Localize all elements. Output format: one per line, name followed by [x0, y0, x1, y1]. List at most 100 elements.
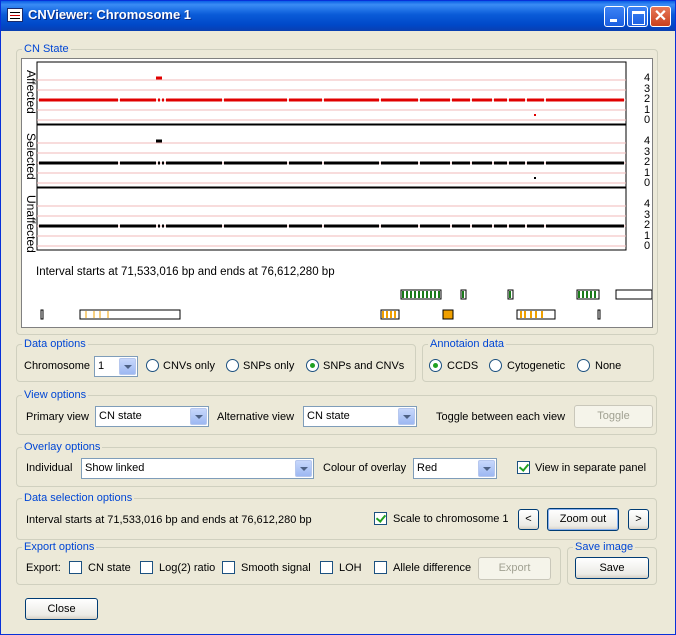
- maximize-icon: [628, 7, 647, 26]
- radio-cytogenetic[interactable]: [489, 359, 502, 372]
- track-label-affected: Affected: [24, 70, 38, 114]
- view-options-label: View options: [22, 389, 89, 402]
- zoom-out-button[interactable]: Zoom out: [547, 508, 619, 531]
- scale-to-chromosome-label[interactable]: Scale to chromosome 1: [393, 512, 509, 526]
- colour-of-overlay-label: Colour of overlay: [323, 462, 407, 474]
- annotation-feature: [615, 289, 652, 300]
- window-title: CNViewer: Chromosome 1: [28, 7, 192, 22]
- radio-ccds[interactable]: [429, 359, 442, 372]
- export-loh-checkbox[interactable]: [320, 561, 333, 574]
- save-button[interactable]: Save: [575, 557, 649, 579]
- radio-ccds-label[interactable]: CCDS: [447, 359, 478, 373]
- radio-none-label[interactable]: None: [595, 359, 621, 373]
- data-options-label: Data options: [22, 338, 88, 351]
- overlay-colour-select[interactable]: Red: [413, 458, 497, 479]
- radio-snps-only[interactable]: [226, 359, 239, 372]
- plot-interval-text: Interval starts at 71,533,016 bp and end…: [36, 266, 335, 278]
- scale-affected: 4 3 2 1 0: [642, 73, 652, 126]
- overlay-colour-value: Red: [417, 462, 438, 474]
- export-smooth-signal-label[interactable]: Smooth signal: [241, 561, 311, 575]
- track-panel: [36, 187, 627, 251]
- chromosome-value: 1: [98, 360, 105, 372]
- scale-label: 0: [643, 114, 651, 126]
- separate-panel-checkbox[interactable]: [517, 461, 530, 474]
- track-label-selected: Selected: [24, 133, 38, 180]
- radio-none[interactable]: [577, 359, 590, 372]
- radio-snps-only-label[interactable]: SNPs only: [243, 359, 294, 373]
- export-options-label: Export options: [22, 541, 97, 554]
- alternative-view-label: Alternative view: [217, 411, 295, 423]
- radio-cnvs-only-label[interactable]: CNVs only: [163, 359, 215, 373]
- annotation-data-label: Annotaion data: [428, 338, 507, 351]
- export-cn-state-label[interactable]: CN state: [88, 561, 131, 575]
- overlay-options-label: Overlay options: [22, 441, 103, 454]
- annotation-feature: [442, 309, 454, 320]
- scale-label: 4: [643, 198, 651, 210]
- export-button[interactable]: Export: [478, 557, 551, 580]
- scale-label: 2: [643, 156, 651, 168]
- maximize-button[interactable]: [627, 6, 648, 27]
- alternative-view-select[interactable]: CN state: [303, 406, 417, 427]
- export-smooth-signal-checkbox[interactable]: [222, 561, 235, 574]
- chromosome-label: Chromosome: [24, 360, 91, 372]
- selection-interval-text: Interval starts at 71,533,016 bp and end…: [26, 514, 312, 526]
- cn-state-group-label: CN State: [22, 43, 71, 56]
- cn-state-plot[interactable]: Affected Selected Unaffected 4 3 2 1 0 4…: [21, 58, 653, 328]
- annotation-feature: [40, 309, 44, 320]
- track-panel: [36, 61, 627, 125]
- scale-label: 2: [643, 219, 651, 231]
- data-selection-label: Data selection options: [22, 492, 135, 505]
- export-label: Export:: [26, 562, 61, 574]
- scale-to-chromosome-checkbox[interactable]: [374, 512, 387, 525]
- cn-state-canvas: [36, 61, 652, 320]
- export-log2-ratio-checkbox[interactable]: [140, 561, 153, 574]
- export-log2-ratio-label[interactable]: Log(2) ratio: [159, 561, 215, 575]
- chevron-down-icon[interactable]: [295, 460, 312, 477]
- scale-label: 0: [643, 177, 651, 189]
- track-panel: [36, 124, 627, 188]
- annotation-feature: [597, 309, 601, 320]
- toggle-button[interactable]: Toggle: [574, 405, 653, 428]
- title-bar[interactable]: CNViewer: Chromosome 1 ✕: [1, 1, 675, 31]
- chevron-down-icon[interactable]: [478, 460, 495, 477]
- individual-select[interactable]: Show linked: [81, 458, 314, 479]
- toggle-views-label: Toggle between each view: [436, 411, 566, 423]
- track-label-unaffected: Unaffected: [24, 195, 38, 253]
- chevron-down-icon[interactable]: [119, 358, 136, 375]
- scale-label: 4: [643, 72, 651, 84]
- export-cn-state-checkbox[interactable]: [69, 561, 82, 574]
- chromosome-select[interactable]: 1: [94, 356, 138, 377]
- chevron-down-icon[interactable]: [398, 408, 415, 425]
- next-interval-button[interactable]: >: [628, 509, 649, 530]
- export-allele-difference-label[interactable]: Allele difference: [393, 561, 471, 575]
- primary-view-select[interactable]: CN state: [95, 406, 209, 427]
- scale-selected: 4 3 2 1 0: [642, 136, 652, 189]
- primary-view-label: Primary view: [26, 411, 89, 423]
- app-icon: [7, 8, 23, 22]
- close-window-button[interactable]: ✕: [650, 6, 671, 27]
- close-icon: ✕: [653, 8, 668, 25]
- radio-cnvs-only[interactable]: [146, 359, 159, 372]
- minimize-button[interactable]: [604, 6, 625, 27]
- close-button[interactable]: Close: [25, 598, 98, 620]
- radio-cytogenetic-label[interactable]: Cytogenetic: [507, 359, 565, 373]
- alternative-view-value: CN state: [307, 410, 350, 422]
- radio-snps-and-cnvs[interactable]: [306, 359, 319, 372]
- scale-unaffected: 4 3 2 1 0: [642, 199, 652, 252]
- scale-label: 2: [643, 93, 651, 105]
- primary-view-value: CN state: [99, 410, 142, 422]
- export-allele-difference-checkbox[interactable]: [374, 561, 387, 574]
- previous-interval-button[interactable]: <: [518, 509, 539, 530]
- scale-label: 4: [643, 135, 651, 147]
- individual-label: Individual: [26, 462, 73, 474]
- scale-label: 0: [643, 240, 651, 252]
- minimize-icon: [605, 7, 624, 26]
- radio-snps-and-cnvs-label[interactable]: SNPs and CNVs: [323, 359, 404, 373]
- separate-panel-label[interactable]: View in separate panel: [535, 461, 646, 475]
- chevron-down-icon[interactable]: [190, 408, 207, 425]
- export-loh-label[interactable]: LOH: [339, 561, 362, 575]
- cnviewer-window: CNViewer: Chromosome 1 ✕ CN State Affect…: [0, 0, 676, 635]
- save-image-label: Save image: [573, 541, 636, 554]
- individual-value: Show linked: [85, 462, 145, 474]
- annotation-feature: [79, 309, 181, 320]
